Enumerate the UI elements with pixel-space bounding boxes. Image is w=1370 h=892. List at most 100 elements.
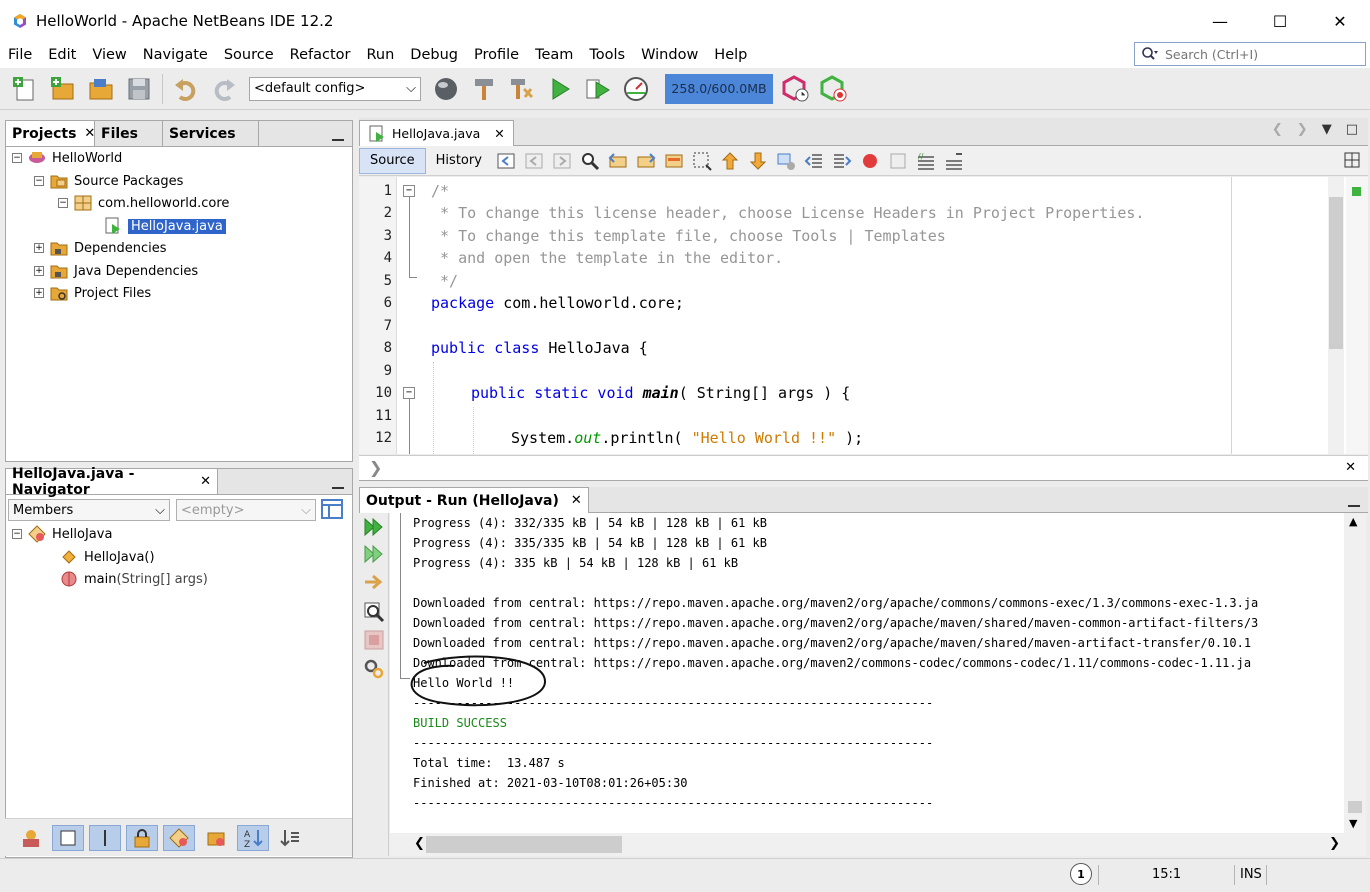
close-icon[interactable]: ✕ [84,126,95,141]
sort-alpha-button[interactable]: AZ [237,824,269,851]
tree-item-dependencies[interactable]: + Dependencies [34,237,167,259]
show-fields-button[interactable] [52,824,84,851]
memory-usage-bar[interactable]: 258.0/600.0MB [665,73,773,104]
redo-button[interactable] [207,72,241,106]
fold-collapse-icon[interactable]: − [403,387,415,399]
collapse-icon[interactable]: − [34,176,44,186]
editor-scroll-thumb[interactable] [1329,197,1343,349]
tree-item-java-dependencies[interactable]: + Java Dependencies [34,260,198,282]
close-icon[interactable]: ✕ [571,493,582,508]
prev-bookmark-button[interactable] [718,150,742,172]
chevron-right-icon[interactable]: ❯ [1329,836,1340,851]
collapse-icon[interactable]: − [12,529,22,539]
menu-window[interactable]: Window [633,42,706,68]
output-vertical-scrollbar[interactable]: ▲ ▼ [1344,513,1366,856]
tree-item-source-packages[interactable]: − Source Packages [34,170,183,192]
menu-view[interactable]: View [84,42,134,68]
menu-team[interactable]: Team [527,42,581,68]
maximize-button[interactable]: ☐ [1250,0,1310,42]
save-all-button[interactable] [122,72,156,106]
navigator-filter-select[interactable]: Members ⌵ [8,499,170,521]
chevron-left-icon[interactable]: ❮ [414,836,425,851]
navigator-item-constructor[interactable]: HelloJava() [60,546,155,568]
profile-project-button[interactable] [619,72,653,106]
menu-navigate[interactable]: Navigate [135,42,216,68]
find-previous-button[interactable] [606,150,630,172]
next-bookmark-button[interactable] [746,150,770,172]
navigator-item-class[interactable]: − HelloJava [12,523,112,545]
start-macro-button[interactable] [858,150,882,172]
editor-vertical-scrollbar[interactable] [1328,177,1344,454]
navigator-layout-button[interactable] [320,497,344,521]
toggle-bookmark-button[interactable] [774,150,798,172]
chevron-down-icon[interactable]: ▼ [1322,122,1332,137]
tab-output-run[interactable]: Output - Run (HelloJava) ✕ [359,487,589,513]
chevron-right-icon[interactable]: ❯ [369,458,382,477]
toggle-highlight-button[interactable] [662,150,686,172]
resume-button[interactable] [362,570,386,594]
tree-item-project-files[interactable]: + Project Files [34,282,151,304]
forward-button[interactable] [550,150,574,172]
profile-stop-button[interactable] [817,72,851,106]
stop-build-button[interactable] [362,628,386,652]
minimize-button[interactable]: — [1190,0,1250,42]
navigator-item-method[interactable]: main (String[] args) [60,568,208,590]
undo-button[interactable] [169,72,203,106]
close-icon[interactable]: ✕ [494,126,504,141]
editor-tab-hellojava[interactable]: HelloJava.java ✕ [359,120,514,146]
tab-projects[interactable]: Projects ✕ [6,121,95,146]
caret-position[interactable]: 15:1 [1152,867,1181,882]
toggle-rect-select-button[interactable] [690,150,714,172]
insert-mode[interactable]: INS [1240,867,1262,882]
find-next-button[interactable] [634,150,658,172]
find-button[interactable] [578,150,602,172]
menu-debug[interactable]: Debug [402,42,466,68]
shift-left-button[interactable] [802,150,826,172]
new-project-button[interactable] [46,72,80,106]
config-select[interactable]: <default config> ⌵ [249,76,421,101]
clean-build-button[interactable] [505,72,539,106]
show-inner-classes-button[interactable] [163,824,195,851]
menu-edit[interactable]: Edit [40,42,84,68]
tab-services[interactable]: Services [163,121,259,146]
close-icon[interactable]: ✕ [1345,460,1356,475]
gc-button[interactable] [779,72,813,106]
maximize-editor-icon[interactable]: □ [1346,122,1358,137]
search-input[interactable] [1165,46,1355,62]
shift-right-button[interactable] [830,150,854,172]
minimize-panel-button[interactable] [332,473,344,489]
search-box[interactable] [1134,42,1366,66]
menu-run[interactable]: Run [358,42,402,68]
last-edit-button[interactable] [494,150,518,172]
show-non-public-button[interactable] [200,825,232,851]
collapse-icon[interactable]: − [12,153,22,163]
code-editor[interactable]: 1 2 3 4 5 6 7 8 9 10 11 12 − − /* * To c… [359,177,1368,454]
show-phase-button[interactable] [362,600,386,624]
minimize-panel-button[interactable] [332,125,344,141]
navigator-context-select[interactable]: <empty> ⌵ [176,499,316,521]
menu-profile[interactable]: Profile [466,42,527,68]
sort-source-button[interactable] [274,825,306,851]
run-web-button[interactable] [429,72,463,106]
output-hscroll-thumb[interactable] [426,836,622,853]
tree-item-helloworld[interactable]: − HelloWorld [12,147,122,169]
output-scroll-thumb[interactable] [1348,801,1362,813]
output-settings-button[interactable] [362,657,386,681]
new-file-button[interactable] [8,72,42,106]
show-private-button[interactable] [126,824,158,851]
minimize-panel-button[interactable] [1348,491,1360,507]
run-project-button[interactable] [543,72,577,106]
menu-source[interactable]: Source [216,42,282,68]
source-view-button[interactable]: Source [359,147,426,174]
expand-icon[interactable]: + [34,288,44,298]
chevron-down-icon[interactable]: ▼ [1349,817,1357,830]
open-project-button[interactable] [84,72,118,106]
search-icon[interactable] [1135,43,1165,65]
output-horizontal-scrollbar[interactable]: ❮ ❯ [390,833,1344,856]
chevron-left-icon[interactable]: ❮ [1272,122,1283,137]
debug-project-button[interactable] [581,72,615,106]
stop-macro-button[interactable] [886,150,910,172]
collapse-icon[interactable]: − [58,198,68,208]
close-icon[interactable]: ✕ [200,474,211,489]
expand-icon[interactable]: + [34,243,44,253]
